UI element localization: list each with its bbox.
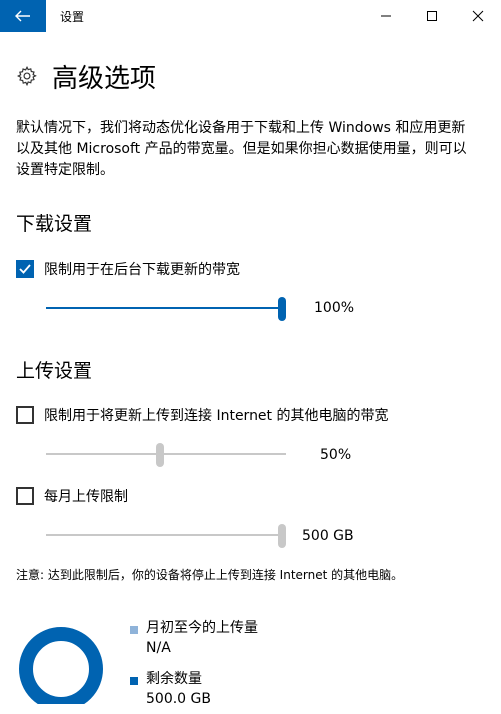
uploaded-label: 月初至今的上传量	[146, 620, 258, 636]
back-arrow-icon	[15, 10, 30, 22]
monthly-limit-checkbox[interactable]	[16, 487, 34, 505]
page-header: 高级选项	[16, 56, 156, 96]
slider-fill	[46, 307, 282, 309]
monthly-limit-label: 每月上传限制	[44, 489, 128, 505]
monthly-limit-slider[interactable]	[46, 524, 286, 548]
slider-thumb[interactable]	[156, 443, 164, 467]
uploaded-value: N/A	[146, 640, 171, 656]
download-bandwidth-value: 100%	[314, 300, 355, 316]
upload-bandwidth-slider[interactable]	[46, 443, 286, 467]
maximize-icon	[427, 11, 437, 21]
remaining-swatch	[130, 677, 138, 685]
upload-limit-checkbox[interactable]	[16, 406, 34, 424]
upload-bandwidth-value: 50%	[320, 447, 352, 463]
uploaded-swatch	[130, 626, 138, 634]
back-button[interactable]	[0, 0, 46, 32]
download-bandwidth-slider[interactable]	[46, 297, 286, 321]
upload-limit-note: 注意: 达到此限制后，你的设备将停止上传到连接 Internet 的其他电脑。	[16, 568, 404, 582]
download-limit-checkbox-row[interactable]: 限制用于在后台下载更新的带宽	[16, 259, 240, 279]
slider-track	[46, 453, 286, 455]
description-text: 默认情况下，我们将动态优化设备用于下载和上传 Windows 和应用更新以及其他…	[16, 120, 467, 178]
slider-thumb[interactable]	[278, 297, 286, 321]
upload-limit-checkbox-row[interactable]: 限制用于将更新上传到连接 Internet 的其他电脑的带宽	[16, 405, 389, 425]
download-limit-label: 限制用于在后台下载更新的带宽	[44, 262, 240, 278]
maximize-button[interactable]	[409, 0, 455, 32]
checkmark-icon	[19, 264, 31, 274]
remaining-ring	[19, 627, 103, 704]
usage-donut-chart	[19, 627, 103, 704]
upload-limit-label: 限制用于将更新上传到连接 Internet 的其他电脑的带宽	[44, 408, 389, 424]
title-bar: 设置	[0, 0, 501, 32]
close-button[interactable]	[455, 0, 501, 32]
gear-icon	[16, 65, 37, 87]
remaining-label: 剩余数量	[146, 671, 202, 687]
upload-section-title: 上传设置	[16, 360, 93, 382]
monthly-limit-checkbox-row[interactable]: 每月上传限制	[16, 486, 128, 506]
slider-thumb[interactable]	[278, 524, 286, 548]
window-title: 设置	[60, 10, 85, 24]
download-section-title: 下载设置	[16, 213, 93, 235]
monthly-limit-value: 500 GB	[302, 528, 354, 544]
minimize-button[interactable]	[363, 0, 409, 32]
download-limit-checkbox[interactable]	[16, 260, 34, 278]
page-title: 高级选项	[52, 63, 157, 94]
remaining-value: 500.0 GB	[146, 691, 211, 707]
slider-track	[46, 534, 286, 536]
close-icon	[472, 10, 484, 22]
minimize-icon	[381, 15, 391, 17]
